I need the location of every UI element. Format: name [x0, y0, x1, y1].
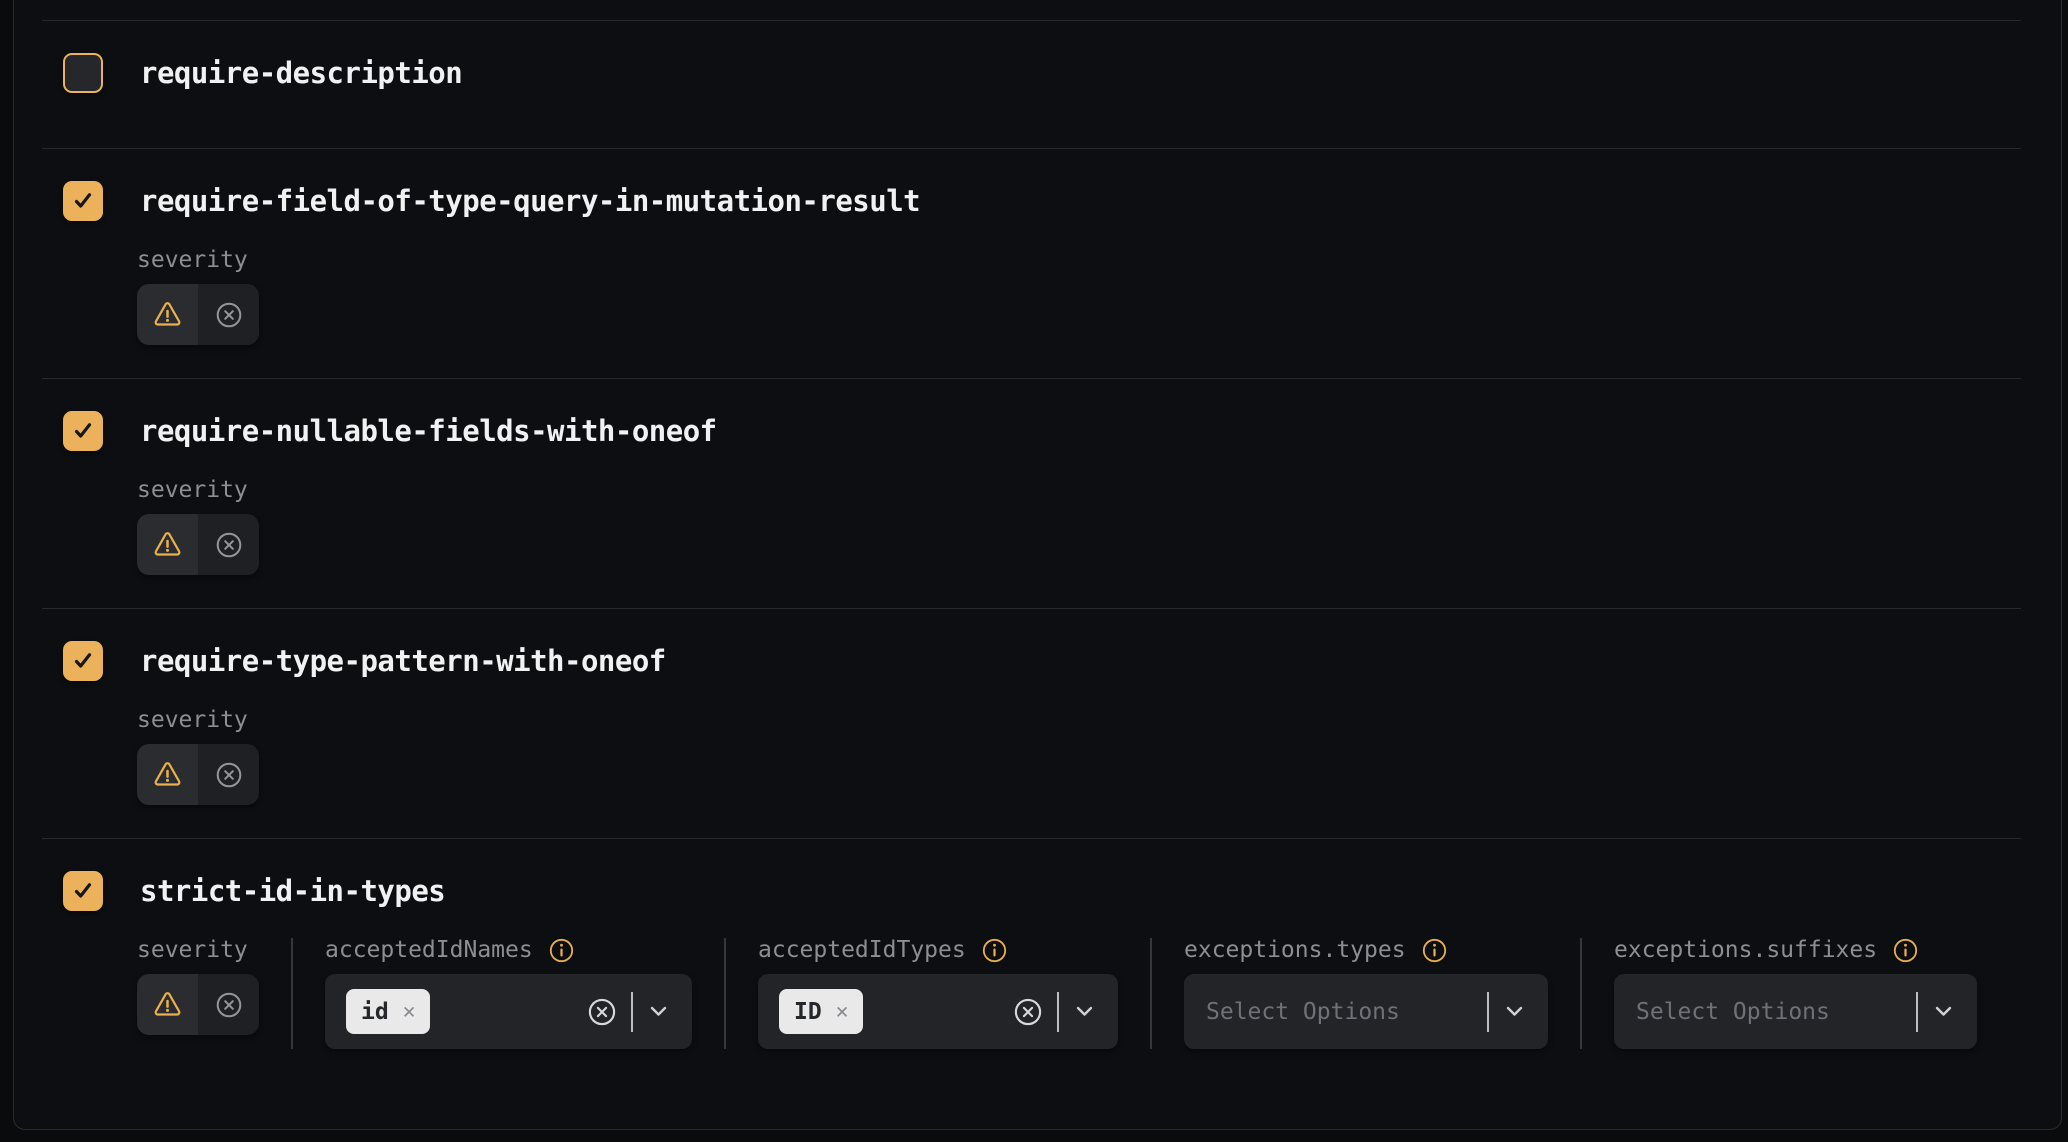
rule-name: require-type-pattern-with-oneof	[140, 644, 666, 678]
rule-row-require-field-of-type-query-in-mutation-result: require-field-of-type-query-in-mutation-…	[42, 148, 2021, 378]
chevron-down-icon[interactable]	[650, 1006, 667, 1017]
rule-row-strict-id-in-types: strict-id-in-types severity	[42, 838, 2021, 1049]
severity-toggle	[137, 974, 259, 1035]
rule-checkbox[interactable]	[63, 181, 103, 221]
severity-label: severity	[137, 248, 2021, 272]
column-divider	[724, 938, 726, 1049]
column-divider	[1150, 938, 1152, 1049]
check-icon	[70, 648, 96, 674]
rule-name: require-nullable-fields-with-oneof	[140, 414, 717, 448]
warning-triangle-icon	[153, 531, 182, 558]
circle-x-icon	[215, 531, 243, 559]
rule-name: require-field-of-type-query-in-mutation-…	[140, 184, 920, 218]
chip: id ✕	[346, 989, 430, 1034]
chip-remove-icon[interactable]: ✕	[836, 1001, 849, 1022]
severity-warn-button[interactable]	[137, 744, 198, 805]
exceptions-suffixes-select[interactable]: Select Options	[1614, 974, 1977, 1049]
severity-off-button[interactable]	[198, 514, 259, 575]
circle-x-icon	[215, 761, 243, 789]
check-icon	[70, 878, 96, 904]
chip-label: id	[361, 999, 389, 1025]
rule-checkbox[interactable]	[63, 641, 103, 681]
chevron-down-icon[interactable]	[1506, 1006, 1523, 1017]
column-divider	[1580, 938, 1582, 1049]
option-label: acceptedIdTypes	[758, 937, 966, 963]
clear-all-icon[interactable]	[587, 997, 617, 1027]
rule-row-require-nullable-fields-with-oneof: require-nullable-fields-with-oneof sever…	[42, 378, 2021, 608]
accepted-id-names-multiselect[interactable]: id ✕	[325, 974, 692, 1049]
select-placeholder: Select Options	[1206, 999, 1400, 1025]
info-icon[interactable]	[982, 938, 1007, 963]
rule-name: strict-id-in-types	[140, 874, 445, 908]
warning-triangle-icon	[153, 301, 182, 328]
severity-warn-button[interactable]	[137, 514, 198, 575]
input-separator	[1487, 992, 1489, 1032]
chip: ID ✕	[779, 989, 863, 1034]
circle-x-icon	[215, 301, 243, 329]
rule-row-require-type-pattern-with-oneof: require-type-pattern-with-oneof severity	[42, 608, 2021, 838]
exceptions-types-select[interactable]: Select Options	[1184, 974, 1548, 1049]
chevron-down-icon[interactable]	[1935, 1006, 1952, 1017]
input-separator	[631, 992, 633, 1032]
severity-off-button[interactable]	[198, 744, 259, 805]
accepted-id-types-multiselect[interactable]: ID ✕	[758, 974, 1118, 1049]
clear-all-icon[interactable]	[1013, 997, 1043, 1027]
severity-off-button[interactable]	[198, 974, 259, 1035]
input-separator	[1916, 992, 1918, 1032]
severity-warn-button[interactable]	[137, 284, 198, 345]
info-icon[interactable]	[549, 938, 574, 963]
rule-checkbox[interactable]	[63, 871, 103, 911]
severity-toggle	[137, 744, 259, 805]
rule-name: require-description	[140, 56, 462, 90]
rule-checkbox[interactable]	[63, 53, 103, 93]
warning-triangle-icon	[153, 991, 182, 1018]
rule-row-require-description: require-description	[42, 20, 2021, 148]
severity-label: severity	[137, 708, 2021, 732]
info-icon[interactable]	[1893, 938, 1918, 963]
option-label: exceptions.types	[1184, 937, 1406, 963]
severity-warn-button[interactable]	[137, 974, 198, 1035]
severity-label: severity	[137, 478, 2021, 502]
select-placeholder: Select Options	[1636, 999, 1830, 1025]
option-label: exceptions.suffixes	[1614, 937, 1877, 963]
check-icon	[70, 188, 96, 214]
chip-label: ID	[794, 999, 822, 1025]
rule-checkbox[interactable]	[63, 411, 103, 451]
severity-toggle	[137, 284, 259, 345]
input-separator	[1057, 992, 1059, 1032]
check-icon	[70, 418, 96, 444]
severity-label: severity	[137, 938, 259, 962]
severity-toggle	[137, 514, 259, 575]
warning-triangle-icon	[153, 761, 182, 788]
chevron-down-icon[interactable]	[1076, 1006, 1093, 1017]
lint-rules-panel: require-description require-field-of-typ…	[13, 0, 2062, 1130]
chip-remove-icon[interactable]: ✕	[403, 1001, 416, 1022]
column-divider	[291, 938, 293, 1049]
info-icon[interactable]	[1422, 938, 1447, 963]
circle-x-icon	[215, 991, 243, 1019]
severity-off-button[interactable]	[198, 284, 259, 345]
option-label: acceptedIdNames	[325, 937, 533, 963]
